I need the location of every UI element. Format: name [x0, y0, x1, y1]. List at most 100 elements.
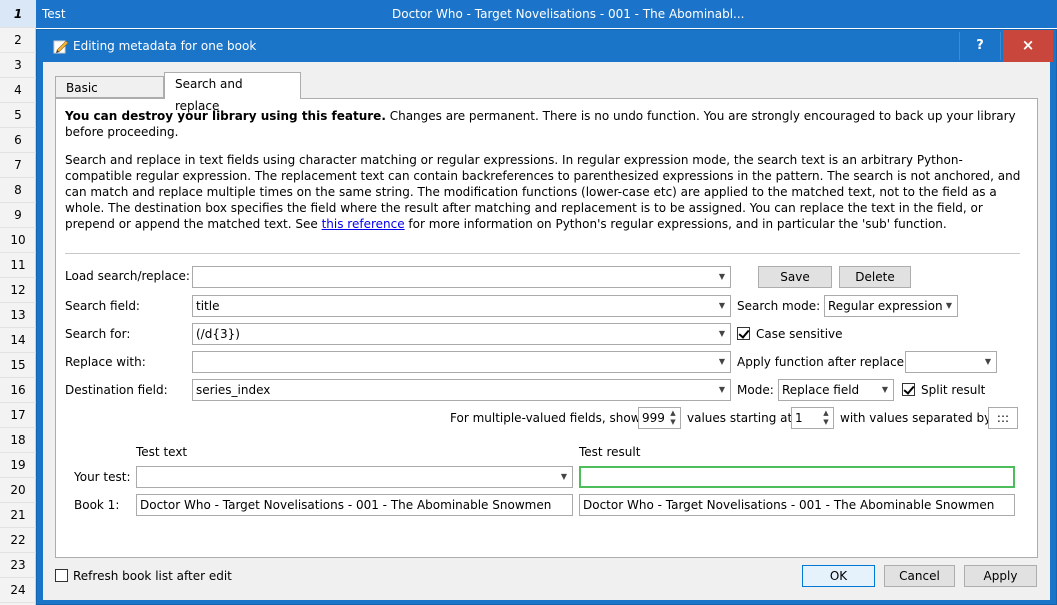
- row-number[interactable]: 6: [0, 128, 36, 153]
- book1-text-field[interactable]: Doctor Who - Target Novelisations - 001 …: [136, 494, 573, 516]
- case-sensitive-checkbox[interactable]: [737, 327, 750, 340]
- mode-label: Mode:: [737, 383, 774, 397]
- book-row-title-cell: Doctor Who - Target Novelisations - 001 …: [392, 7, 745, 21]
- cancel-button[interactable]: Cancel: [884, 565, 955, 587]
- separator-input[interactable]: :::: [988, 407, 1018, 429]
- chevron-down-icon: ▼: [718, 357, 726, 366]
- replace-with-combo[interactable]: ▼: [192, 351, 731, 373]
- case-sensitive-label: Case sensitive: [756, 327, 843, 341]
- chevron-down-icon: ▼: [881, 385, 889, 394]
- spin-down-icon[interactable]: ▼: [820, 418, 832, 427]
- multi-count-value: 999: [642, 411, 665, 425]
- chevron-down-icon: ▼: [718, 385, 726, 394]
- spin-down-icon[interactable]: ▼: [667, 418, 679, 427]
- save-button[interactable]: Save: [758, 266, 832, 288]
- delete-button[interactable]: Delete: [839, 266, 911, 288]
- book-row-cell: Test: [42, 7, 66, 21]
- refresh-book-list-label: Refresh book list after edit: [73, 569, 232, 583]
- row-number[interactable]: 5: [0, 103, 36, 128]
- tab-search-and-replace[interactable]: Search and replace: [164, 72, 301, 113]
- row-number[interactable]: 10: [0, 228, 36, 253]
- warning-bold: You can destroy your library using this …: [65, 109, 386, 123]
- destination-field-label: Destination field:: [65, 383, 168, 397]
- multi-start-value: 1: [795, 411, 803, 425]
- row-number[interactable]: 9: [0, 203, 36, 228]
- search-mode-value: Regular expression: [828, 299, 943, 313]
- dialog-title: Editing metadata for one book: [73, 39, 257, 53]
- row-number[interactable]: 12: [0, 278, 36, 303]
- ok-button[interactable]: OK: [802, 565, 875, 587]
- row-number-column: 1 2 3 4 5 6 7 8 9 10 11 12 13 14 15 16 1…: [0, 0, 36, 605]
- row-number[interactable]: 15: [0, 353, 36, 378]
- search-for-combo[interactable]: (/d{3}) ▼: [192, 323, 731, 345]
- values-separated-label: with values separated by: [840, 411, 992, 425]
- row-number[interactable]: 18: [0, 428, 36, 453]
- row-number[interactable]: 14: [0, 328, 36, 353]
- help-button[interactable]: ?: [959, 32, 1001, 60]
- your-test-result-field[interactable]: [579, 466, 1015, 488]
- row-number[interactable]: 23: [0, 553, 36, 578]
- book1-result-field[interactable]: Doctor Who - Target Novelisations - 001 …: [579, 494, 1015, 516]
- row-number[interactable]: 4: [0, 78, 36, 103]
- chevron-down-icon: ▼: [718, 301, 726, 310]
- tab-basic-metadata[interactable]: Basic metadata: [55, 76, 164, 117]
- row-number[interactable]: 20: [0, 478, 36, 503]
- reference-link[interactable]: this reference: [322, 217, 405, 231]
- row-number[interactable]: 13: [0, 303, 36, 328]
- search-field-label: Search field:: [65, 299, 140, 313]
- multi-valued-show-label: For multiple-valued fields, show: [450, 411, 641, 425]
- multi-start-spinbox[interactable]: 1 ▲ ▼: [791, 407, 834, 429]
- mode-value: Replace field: [782, 383, 860, 397]
- your-test-label: Your test:: [74, 470, 131, 484]
- row-number[interactable]: 1: [0, 0, 36, 28]
- spin-up-icon[interactable]: ▲: [820, 409, 832, 418]
- search-mode-combo[interactable]: Regular expression ▼: [824, 295, 958, 317]
- split-result-label: Split result: [921, 383, 986, 397]
- values-starting-label: values starting at: [687, 411, 793, 425]
- spin-up-icon[interactable]: ▲: [667, 409, 679, 418]
- row-number[interactable]: 16: [0, 378, 36, 403]
- search-for-label: Search for:: [65, 327, 131, 341]
- apply-function-combo[interactable]: ▼: [905, 351, 997, 373]
- description-after: for more information on Python's regular…: [404, 217, 947, 231]
- chevron-down-icon: ▼: [718, 272, 726, 281]
- row-number[interactable]: 19: [0, 453, 36, 478]
- edit-pencil-icon: [53, 40, 69, 54]
- row-number[interactable]: 2: [0, 28, 36, 53]
- apply-button[interactable]: Apply: [964, 565, 1037, 587]
- refresh-book-list-checkbox[interactable]: [55, 569, 68, 582]
- description-text: Search and replace in text fields using …: [65, 152, 1027, 232]
- search-for-value: (/d{3}): [196, 327, 240, 341]
- destination-field-combo[interactable]: series_index ▼: [192, 379, 731, 401]
- search-mode-label: Search mode:: [737, 299, 821, 313]
- apply-function-label: Apply function after replace:: [737, 355, 909, 369]
- chevron-down-icon: ▼: [984, 357, 992, 366]
- row-number[interactable]: 8: [0, 178, 36, 203]
- search-replace-panel: You can destroy your library using this …: [55, 98, 1038, 558]
- destination-field-value: series_index: [196, 383, 271, 397]
- search-field-combo[interactable]: title ▼: [192, 295, 731, 317]
- chevron-down-icon: ▼: [560, 472, 568, 481]
- multi-count-spinbox[interactable]: 999 ▲ ▼: [638, 407, 681, 429]
- dialog-client-area: Basic metadata Search and replace You ca…: [43, 62, 1050, 600]
- load-search-replace-label: Load search/replace:: [65, 269, 190, 283]
- row-number[interactable]: 22: [0, 528, 36, 553]
- close-button[interactable]: ×: [1003, 30, 1053, 62]
- row-number[interactable]: 24: [0, 578, 36, 603]
- load-search-replace-combo[interactable]: ▼: [192, 266, 731, 288]
- chevron-down-icon: ▼: [945, 301, 953, 310]
- mode-combo[interactable]: Replace field ▼: [778, 379, 894, 401]
- test-result-header: Test result: [579, 445, 641, 459]
- row-number[interactable]: 21: [0, 503, 36, 528]
- row-number[interactable]: 7: [0, 153, 36, 178]
- selected-book-row[interactable]: Test Doctor Who - Target Novelisations -…: [36, 0, 1057, 28]
- row-number[interactable]: 3: [0, 53, 36, 78]
- chevron-down-icon: ▼: [718, 329, 726, 338]
- row-number[interactable]: 11: [0, 253, 36, 278]
- your-test-combo[interactable]: ▼: [136, 466, 573, 488]
- split-result-checkbox[interactable]: [902, 383, 915, 396]
- row-number[interactable]: 17: [0, 403, 36, 428]
- replace-with-label: Replace with:: [65, 355, 146, 369]
- dialog-titlebar[interactable]: Editing metadata for one book ? ×: [37, 30, 1056, 62]
- separator: [65, 253, 1020, 254]
